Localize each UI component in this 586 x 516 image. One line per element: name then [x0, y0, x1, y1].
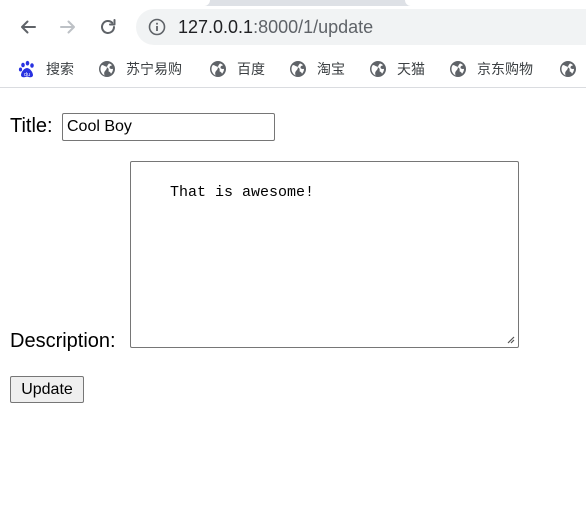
- bookmarks-bar: du 搜索 苏宁易购 百度 淘宝 天猫 京东购物: [0, 50, 586, 88]
- bookmark-label: 天猫: [397, 61, 425, 77]
- url-text: 127.0.0.1:8000/1/update: [178, 17, 373, 37]
- bookmark-overflow[interactable]: [559, 58, 586, 80]
- arrow-right-icon: [60, 20, 75, 34]
- globe-icon: [290, 61, 306, 77]
- description-textarea[interactable]: That is awesome!: [130, 161, 519, 348]
- update-button[interactable]: Update: [10, 376, 84, 403]
- resize-grip-icon[interactable]: [505, 334, 515, 344]
- update-form: Title: That is awesome! Description: Upd…: [0, 89, 586, 516]
- bookmark-jd[interactable]: 京东购物: [449, 58, 533, 80]
- globe-icon: [370, 61, 386, 77]
- browser-toolbar: 127.0.0.1:8000/1/update: [0, 6, 586, 50]
- reload-button[interactable]: [93, 12, 123, 42]
- bookmark-baidu[interactable]: 百度: [209, 58, 265, 80]
- bookmark-suning[interactable]: 苏宁易购: [98, 58, 182, 80]
- title-label: Title:: [10, 115, 53, 137]
- url-host: 127.0.0.1: [178, 17, 254, 37]
- bookmark-label: 百度: [237, 61, 265, 77]
- bookmark-label: 淘宝: [317, 61, 345, 77]
- globe-icon: [99, 61, 115, 77]
- bookmark-label: 苏宁易购: [126, 61, 182, 77]
- globe-icon: [560, 61, 576, 77]
- bookmark-label: 搜索: [46, 61, 74, 77]
- title-input[interactable]: [62, 113, 275, 141]
- bookmark-label: 京东购物: [477, 61, 533, 77]
- reload-icon: [101, 19, 116, 34]
- info-icon[interactable]: [148, 18, 166, 36]
- address-bar[interactable]: 127.0.0.1:8000/1/update: [136, 9, 586, 45]
- bookmark-tmall[interactable]: 天猫: [369, 58, 425, 80]
- baidu-paw-icon: du: [18, 60, 34, 78]
- description-label: Description:: [10, 330, 116, 352]
- forward-button[interactable]: [53, 12, 83, 42]
- description-text: That is awesome!: [170, 184, 315, 201]
- globe-icon: [210, 61, 226, 77]
- url-path: :8000/1/update: [253, 17, 374, 37]
- arrow-left-icon: [21, 20, 36, 34]
- back-button[interactable]: [13, 12, 43, 42]
- bookmark-taobao[interactable]: 淘宝: [289, 58, 345, 80]
- bookmark-search[interactable]: du 搜索: [18, 58, 74, 80]
- globe-icon: [450, 61, 466, 77]
- svg-text:du: du: [24, 72, 30, 78]
